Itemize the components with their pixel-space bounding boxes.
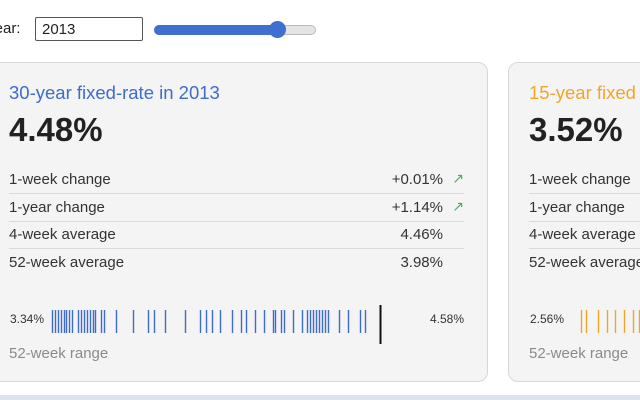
stat-label: 4-week average xyxy=(529,226,636,243)
stat-label: 52-week average xyxy=(9,254,125,271)
range-max: 4.58% xyxy=(430,312,465,326)
range-min: 3.34% xyxy=(10,312,45,326)
stat-row-1-year-change: 1-year change xyxy=(529,194,640,222)
year-slider[interactable] xyxy=(154,21,316,39)
range-min: 2.56% xyxy=(530,312,565,326)
card-title: 15-year fixed xyxy=(529,82,636,103)
stat-label: 1-year change xyxy=(529,199,625,216)
stat-label: 1-year change xyxy=(9,199,105,216)
stat-row-1-week-change: 1-week change +0.01% ↗ xyxy=(9,166,464,194)
stat-label: 52-week average xyxy=(529,254,640,271)
stat-row-1-week-change: 1-week change xyxy=(529,166,640,194)
stat-row-4-week-average: 4-week average xyxy=(529,221,640,249)
stat-value: 3.98% xyxy=(400,254,443,271)
range-label: 52-week range xyxy=(529,345,629,362)
stat-row-52-week-average: 52-week average xyxy=(529,249,640,276)
stat-row-52-week-average: 52-week average 3.98% xyxy=(9,249,464,276)
rate-card-30-year: 30-year fixed-rate in 2013 4.48% 1-week … xyxy=(0,62,488,382)
trend-up-icon: ↗ xyxy=(452,170,464,186)
stat-label: 4-week average xyxy=(9,226,116,243)
week-range-strip xyxy=(580,310,640,333)
bottom-band xyxy=(0,395,640,400)
range-label: 52-week range xyxy=(9,345,109,362)
stat-row-4-week-average: 4-week average 4.46% xyxy=(9,221,464,249)
current-rate: 4.48% xyxy=(9,111,103,148)
stat-value: 4.46% xyxy=(400,226,443,243)
stat-label: 1-week change xyxy=(529,171,631,188)
slider-thumb[interactable] xyxy=(269,21,287,38)
current-rate: 3.52% xyxy=(529,111,623,148)
rate-card-15-year: 15-year fixed 3.52% 1-week change 1-year… xyxy=(508,62,640,382)
stat-value: +1.14% xyxy=(391,199,443,216)
card-title: 30-year fixed-rate in 2013 xyxy=(9,82,220,103)
year-input[interactable] xyxy=(35,17,143,41)
stat-label: 1-week change xyxy=(9,171,111,188)
week-range-strip xyxy=(51,305,382,344)
year-label: Year: xyxy=(0,20,21,37)
trend-up-icon: ↗ xyxy=(452,198,464,214)
stat-row-1-year-change: 1-year change +1.14% ↗ xyxy=(9,194,464,222)
stat-value: +0.01% xyxy=(391,171,443,188)
slider-fill xyxy=(154,25,278,35)
